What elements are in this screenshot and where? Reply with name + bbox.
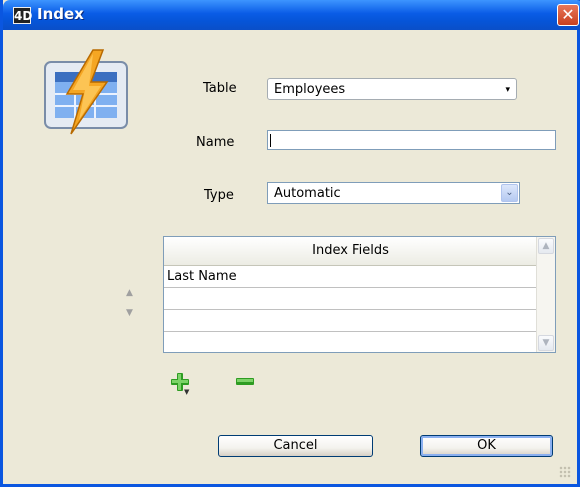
window-title: Index xyxy=(37,5,84,23)
table-lightning-icon xyxy=(44,49,128,135)
title-bar[interactable]: 4D Index ✕ xyxy=(3,0,580,30)
ok-button[interactable]: OK xyxy=(420,435,553,457)
index-fields-header[interactable]: Index Fields xyxy=(164,237,537,266)
list-item[interactable]: Last Name xyxy=(164,266,537,288)
type-select[interactable]: Automatic ⌄ xyxy=(267,182,520,204)
cancel-button[interactable]: Cancel xyxy=(218,435,373,457)
scroll-down-icon[interactable]: ▼ xyxy=(538,335,554,351)
resize-grip[interactable] xyxy=(559,466,571,478)
move-down-icon[interactable]: ▼ xyxy=(126,308,133,318)
type-label: Type xyxy=(204,188,234,203)
text-caret xyxy=(270,134,271,147)
close-button[interactable]: ✕ xyxy=(557,4,579,26)
name-label: Name xyxy=(196,135,235,150)
table-select-value: Employees xyxy=(274,82,346,97)
add-field-icon[interactable]: ▼ xyxy=(171,373,189,396)
index-fields-list[interactable]: Index Fields Last Name ▲ ▼ xyxy=(163,236,556,353)
table-label: Table xyxy=(203,81,237,96)
list-item[interactable] xyxy=(164,310,537,332)
chevron-down-icon[interactable]: ⌄ xyxy=(501,184,518,202)
vertical-scrollbar[interactable]: ▲ ▼ xyxy=(536,237,555,352)
list-item[interactable] xyxy=(164,288,537,310)
index-dialog: 4D Index ✕ Table Employees ▾ Name Type A… xyxy=(0,0,580,487)
remove-field-icon[interactable] xyxy=(236,378,254,385)
list-item[interactable] xyxy=(164,332,537,354)
scroll-up-icon[interactable]: ▲ xyxy=(538,238,554,254)
dropdown-arrow-icon: ▾ xyxy=(505,85,510,95)
app-4d-icon: 4D xyxy=(13,7,33,24)
table-select[interactable]: Employees ▾ xyxy=(267,78,517,100)
name-field[interactable] xyxy=(267,130,556,150)
move-up-icon[interactable]: ▲ xyxy=(126,288,133,298)
type-select-value: Automatic xyxy=(274,186,341,201)
